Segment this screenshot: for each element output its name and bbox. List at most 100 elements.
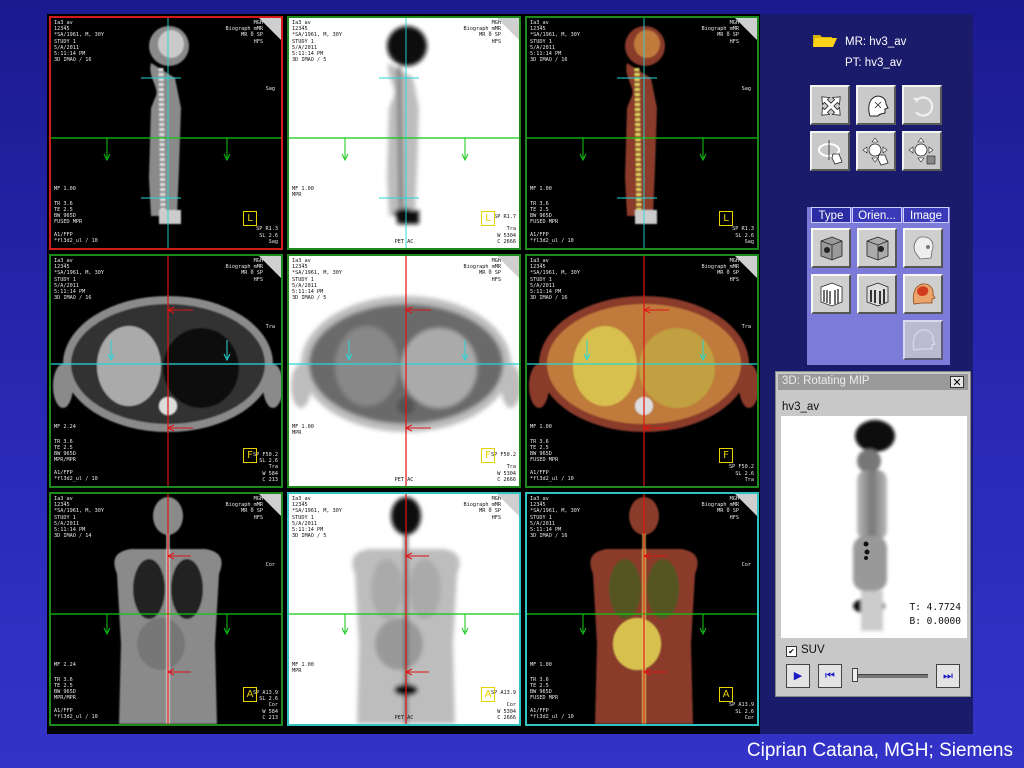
surface-cube-icon xyxy=(866,236,889,261)
overlay-top-right: MGH Biograph_mMR MR 0 SP HFS xyxy=(701,20,739,45)
mip-image-view[interactable]: T: 4.7724 B: 0.0000 xyxy=(781,416,967,638)
zoom-factor-label: MF 1.00 MPR xyxy=(292,186,314,199)
orientation-marker-icon: F xyxy=(719,448,733,463)
minip-slab-button[interactable] xyxy=(857,274,897,314)
overlay-top-left: Ia3_av 12345 *SA/1961, M, 30Y STUDY 1 5/… xyxy=(530,496,580,540)
free-rotate-hand-icon xyxy=(818,140,843,165)
orientation-marker-icon: L xyxy=(481,211,495,226)
move-head-icon xyxy=(908,137,936,165)
volume-cube-icon xyxy=(820,236,843,261)
overlay-bottom-right: SP R1.3 SL 2.6 Sag xyxy=(256,226,278,245)
outline-head-button[interactable] xyxy=(903,320,943,360)
zoom-factor-label: MF 1.00 xyxy=(54,186,76,192)
zoom-factor-label: MF 2.24 xyxy=(54,662,76,668)
overlay-top-right: MGH Biograph_mMR MR 0 SP HFS xyxy=(701,258,739,283)
overlay-bottom-left: TR 3.6 TE 2.5 BW 965D FUSED MPR A1/FFP *… xyxy=(530,676,574,720)
viewport-fused-tra[interactable]: Ia3_av 12345 *SA/1961, M, 30Y STUDY 1 5/… xyxy=(525,254,759,488)
viewport-pet-cor[interactable]: Ia3_av 12345 *SA/1961, M, 30Y STUDY 1 5/… xyxy=(287,492,521,726)
overlay-top-right: MGH Biograph_mMR MR 0 SP HFS xyxy=(225,20,263,45)
pt-series-label: PT: hv3_av xyxy=(845,57,902,69)
viewport-pet-tra[interactable]: Ia3_av 12345 *SA/1961, M, 30Y STUDY 1 5/… xyxy=(287,254,521,488)
viewport-pet-sag[interactable]: Ia3_av 12345 *SA/1961, M, 30Y STUDY 1 5/… xyxy=(287,16,521,250)
orientation-marker-icon: F xyxy=(481,448,495,463)
viewport-mr-cor[interactable]: Ia3_av 12345 *SA/1961, M, 30Y STUDY 1 5/… xyxy=(49,492,283,726)
zoom-factor-label: MF 1.00 xyxy=(530,424,552,430)
pan-tool-button[interactable] xyxy=(856,131,896,171)
skull-render-button[interactable] xyxy=(903,228,943,268)
step-back-button[interactable]: ⏮ xyxy=(818,664,842,688)
head-orientation-button[interactable] xyxy=(856,85,896,125)
viewport-mr-sag[interactable]: Ia3_av 12345 *SA/1961, M, 30Y STUDY 1 5/… xyxy=(49,16,283,250)
mip-slab-button[interactable] xyxy=(811,274,851,314)
viewport-fused-sag[interactable]: Ia3_av 12345 *SA/1961, M, 30Y STUDY 1 5/… xyxy=(525,16,759,250)
head-outline-icon xyxy=(912,329,936,351)
close-icon[interactable]: ✕ xyxy=(950,376,964,389)
overlay-top-right: MGH Biograph_mMR MR 0 SP HFS xyxy=(463,496,501,521)
window-titlebar[interactable]: 3D: Rotating MIP ✕ xyxy=(778,374,968,390)
viewport-fused-cor[interactable]: Ia3_av 12345 *SA/1961, M, 30Y STUDY 1 5/… xyxy=(525,492,759,726)
overlay-bottom-left: TR 3.6 TE 2.5 BW 965D FUSED MPR A1/FFP *… xyxy=(530,438,574,482)
suv-label: SUV xyxy=(801,644,825,656)
suv-checkbox[interactable]: ✔ xyxy=(786,646,797,657)
corner-fold-icon[interactable] xyxy=(259,256,281,278)
orientation-marker-icon: A xyxy=(481,687,495,702)
overlay-top-right: MGH Biograph_mMR MR 0 SP HFS xyxy=(701,496,739,521)
corner-fold-icon[interactable] xyxy=(735,256,757,278)
head-profile-icon xyxy=(868,95,889,117)
move-tool-button[interactable] xyxy=(902,131,942,171)
play-button[interactable]: ▶ xyxy=(786,664,810,688)
viewport-grid: Ia3_av 12345 *SA/1961, M, 30Y STUDY 1 5/… xyxy=(49,16,767,732)
viewport-mr-tra[interactable]: Ia3_av 12345 *SA/1961, M, 30Y STUDY 1 5/… xyxy=(49,254,283,488)
corner-fold-icon[interactable] xyxy=(735,18,757,40)
overlay-top-right: MGH Biograph_mMR MR 0 SP HFS xyxy=(463,258,501,283)
overlay-bottom-left: TR 3.6 TE 2.5 BW 965D FUSED MPR A1/FFP *… xyxy=(530,200,574,244)
overlay-bottom-left: TR 3.6 TE 2.5 BW 965D MPR/MPR A1/FFP *fl… xyxy=(54,438,98,482)
mr-series-label: MR: hv3_av xyxy=(845,36,907,48)
overlay-bottom-center: PET AC xyxy=(394,476,414,483)
overlay-top-left: Ia3_av 12345 *SA/1961, M, 30Y STUDY 1 5/… xyxy=(530,258,580,302)
pan-hand-icon xyxy=(862,137,889,166)
overlay-top-left: Ia3_av 12345 *SA/1961, M, 30Y STUDY 1 5/… xyxy=(292,496,342,540)
volume-render-button[interactable] xyxy=(811,228,851,268)
head-brain-icon xyxy=(912,283,936,305)
overlay-top-left: Ia3_av 12345 *SA/1961, M, 30Y STUDY 1 5/… xyxy=(530,20,580,64)
undo-rotate-button[interactable] xyxy=(902,85,942,125)
window-title: 3D: Rotating MIP xyxy=(782,375,870,387)
orientation-marker-icon: L xyxy=(719,211,733,226)
folder-icon[interactable] xyxy=(812,32,838,48)
corner-fold-icon[interactable] xyxy=(497,494,519,516)
plane-label: Sag xyxy=(741,86,751,92)
overlay-bottom-right: SP R1.3 SL 2.6 Sag xyxy=(732,226,754,245)
step-forward-button[interactable]: ⏭ xyxy=(936,664,960,688)
rotating-mip-window: 3D: Rotating MIP ✕ hv3_av T: 4.7724 B: 0… xyxy=(775,371,971,697)
rotate-ccw-icon xyxy=(913,96,934,117)
corner-fold-icon[interactable] xyxy=(497,256,519,278)
orientation-marker-icon: A xyxy=(243,687,257,702)
overlay-top-left: Ia3_av 12345 *SA/1961, M, 30Y STUDY 1 5/… xyxy=(54,496,104,540)
skull-icon xyxy=(913,236,934,260)
overlay-top-left: Ia3_av 12345 *SA/1961, M, 30Y STUDY 1 5/… xyxy=(54,258,104,302)
corner-fold-icon[interactable] xyxy=(259,18,281,40)
overlay-bottom-left: TR 3.6 TE 2.5 BW 965D FUSED MPR A1/FFP *… xyxy=(54,200,98,244)
tab-orientation[interactable]: Orien... xyxy=(852,207,902,223)
mip-slab-icon xyxy=(820,282,843,307)
rotate-tool-button[interactable] xyxy=(810,85,850,125)
brain-render-button[interactable] xyxy=(903,274,943,314)
overlay-top-right: MGH Biograph_mMR MR 0 SP HFS xyxy=(225,258,263,283)
corner-fold-icon[interactable] xyxy=(497,18,519,40)
rotation-slider-track[interactable] xyxy=(852,674,928,678)
corner-fold-icon[interactable] xyxy=(259,494,281,516)
overlay-top-left: Ia3_av 12345 *SA/1961, M, 30Y STUDY 1 5/… xyxy=(54,20,104,64)
surface-render-button[interactable] xyxy=(857,228,897,268)
zoom-factor-label: MF 1.00 MPR xyxy=(292,662,314,675)
free-rotate-button[interactable] xyxy=(810,131,850,171)
plane-label: Tra xyxy=(741,324,751,330)
corner-fold-icon[interactable] xyxy=(735,494,757,516)
overlay-bottom-right: SP A13.9 SL 2.6 Cor xyxy=(729,702,754,721)
tab-type[interactable]: Type xyxy=(811,207,851,223)
rotation-slider-thumb[interactable] xyxy=(852,668,858,682)
mip-bottom-threshold: B: 0.0000 xyxy=(909,616,961,627)
tab-image[interactable]: Image xyxy=(903,207,949,223)
plane-label: Tra xyxy=(265,324,275,330)
mip-top-threshold: T: 4.7724 xyxy=(909,602,961,613)
